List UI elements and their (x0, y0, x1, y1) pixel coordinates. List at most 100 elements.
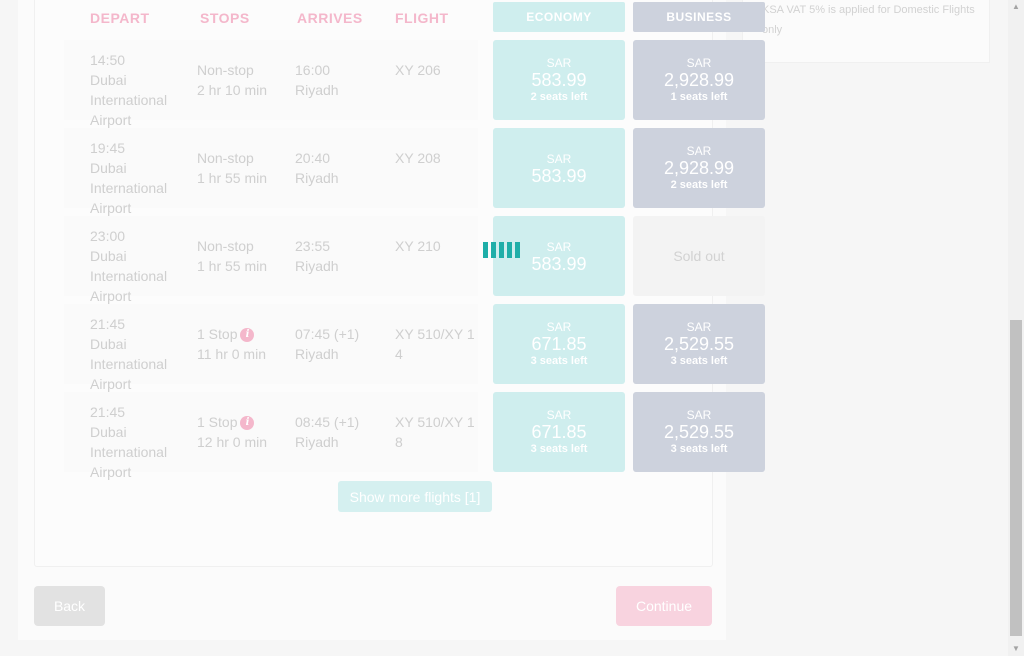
fare-currency: SAR (546, 408, 572, 422)
arrive-time: 23:55 (295, 238, 331, 254)
flight-number: XY 510/XY 18 (395, 414, 475, 450)
business-fare-button[interactable]: SAR 2,928.99 2 seats left (633, 128, 765, 208)
loading-spinner (483, 242, 520, 258)
seats-left: 2 seats left (670, 179, 728, 191)
flight-number: XY 510/XY 14 (395, 326, 475, 362)
arrives-cell: 16:00 Riyadh (295, 60, 387, 100)
seats-left: 3 seats left (530, 355, 588, 367)
stops-label: 1 Stop (197, 414, 238, 430)
vertical-scrollbar[interactable]: ▲ ▼ (1008, 0, 1024, 656)
business-column-header: BUSINESS (633, 2, 765, 32)
arrive-city: Riyadh (295, 346, 339, 362)
scrollbar-thumb[interactable] (1010, 320, 1022, 636)
stops-cell: 1 Stop i 11 hr 0 min (197, 324, 289, 364)
header-stops: STOPS (200, 10, 250, 26)
stops-cell: Non-stop 1 hr 55 min (197, 236, 289, 276)
fare-amount: 583.99 (531, 70, 587, 90)
fare-amount: 2,529.55 (663, 422, 735, 442)
fare-amount: 583.99 (531, 166, 587, 186)
flight-number: XY 208 (395, 150, 441, 166)
seats-left: 2 seats left (530, 91, 588, 103)
fare-currency: SAR (546, 320, 572, 334)
arrives-cell: 08:45 (+1) Riyadh (295, 412, 387, 452)
scroll-down-arrow-icon[interactable]: ▼ (1008, 642, 1024, 656)
stops-label: Non-stop (197, 62, 254, 78)
depart-airport: Dubai International Airport (90, 336, 168, 392)
header-depart: DEPART (90, 10, 150, 26)
stops-label: Non-stop (197, 238, 254, 254)
depart-cell: 23:00 Dubai International Airport (90, 226, 186, 306)
stops-label: 1 Stop (197, 326, 238, 342)
depart-airport: Dubai International Airport (90, 248, 168, 304)
stops-label: Non-stop (197, 150, 254, 166)
depart-cell: 14:50 Dubai International Airport (90, 50, 186, 130)
fare-amount: 671.85 (531, 334, 587, 354)
fare-amount: 671.85 (531, 422, 587, 442)
depart-airport: Dubai International Airport (90, 160, 168, 216)
depart-cell: 21:45 Dubai International Airport (90, 314, 186, 394)
show-more-flights-button[interactable]: Show more flights [1] (338, 481, 492, 512)
depart-time: 21:45 (90, 316, 126, 332)
sold-out-label: Sold out (673, 248, 725, 264)
seats-left: 3 seats left (530, 443, 588, 455)
fare-currency: SAR (686, 320, 712, 334)
back-button[interactable]: Back (34, 586, 105, 626)
header-arrives: ARRIVES (297, 10, 363, 26)
seats-left: 1 seats left (670, 91, 728, 103)
flight-number: XY 206 (395, 62, 441, 78)
depart-airport: Dubai International Airport (90, 424, 168, 480)
stops-cell: 1 Stop i 12 hr 0 min (197, 412, 289, 452)
arrives-cell: 20:40 Riyadh (295, 148, 387, 188)
economy-fare-button[interactable]: SAR 671.85 3 seats left (493, 304, 625, 384)
arrive-time: 20:40 (295, 150, 331, 166)
arrive-city: Riyadh (295, 434, 339, 450)
economy-fare-button[interactable]: SAR 671.85 3 seats left (493, 392, 625, 472)
business-fare-sold-out: Sold out (633, 216, 765, 296)
stop-info-icon[interactable]: i (240, 328, 255, 343)
fare-amount: 2,928.99 (663, 158, 735, 178)
vat-note: KSA VAT 5% is applied for Domestic Fligh… (762, 4, 975, 36)
depart-cell: 19:45 Dubai International Airport (90, 138, 186, 218)
fare-currency: SAR (546, 56, 572, 70)
fare-currency: SAR (686, 56, 712, 70)
scroll-up-arrow-icon[interactable]: ▲ (1008, 0, 1024, 14)
economy-fare-button[interactable]: SAR 583.99 2 seats left (493, 40, 625, 120)
fare-currency: SAR (546, 152, 572, 166)
seats-left: 3 seats left (670, 443, 728, 455)
depart-time: 14:50 (90, 52, 126, 68)
fare-amount: 2,529.55 (663, 334, 735, 354)
fare-currency: SAR (686, 144, 712, 158)
business-fare-button[interactable]: SAR 2,529.55 3 seats left (633, 304, 765, 384)
depart-time: 23:00 (90, 228, 126, 244)
business-fare-button[interactable]: SAR 2,928.99 1 seats left (633, 40, 765, 120)
arrive-city: Riyadh (295, 170, 339, 186)
flight-duration: 11 hr 0 min (197, 346, 266, 362)
arrive-city: Riyadh (295, 258, 339, 274)
fare-amount: 2,928.99 (663, 70, 735, 90)
stops-cell: Non-stop 1 hr 55 min (197, 148, 289, 188)
business-fare-button[interactable]: SAR 2,529.55 3 seats left (633, 392, 765, 472)
stops-cell: Non-stop 2 hr 10 min (197, 60, 289, 100)
header-flight: FLIGHT (395, 10, 449, 26)
arrive-time: 16:00 (295, 62, 331, 78)
flight-number: XY 210 (395, 238, 441, 254)
stop-info-icon[interactable]: i (240, 416, 255, 431)
flight-duration: 1 hr 55 min (197, 258, 268, 274)
arrive-time: 08:45 (+1) (295, 414, 360, 430)
arrive-time: 07:45 (+1) (295, 326, 360, 342)
arrive-city: Riyadh (295, 82, 339, 98)
arrives-cell: 07:45 (+1) Riyadh (295, 324, 387, 364)
economy-fare-button[interactable]: SAR 583.99 (493, 128, 625, 208)
fare-currency: SAR (686, 408, 712, 422)
arrives-cell: 23:55 Riyadh (295, 236, 387, 276)
flight-duration: 2 hr 10 min (197, 82, 268, 98)
economy-column-header: ECONOMY (493, 2, 625, 32)
depart-time: 19:45 (90, 140, 126, 156)
depart-airport: Dubai International Airport (90, 72, 168, 128)
flight-duration: 1 hr 55 min (197, 170, 268, 186)
depart-time: 21:45 (90, 404, 126, 420)
depart-cell: 21:45 Dubai International Airport (90, 402, 186, 482)
seats-left: 3 seats left (670, 355, 728, 367)
flight-duration: 12 hr 0 min (197, 434, 268, 450)
continue-button[interactable]: Continue (616, 586, 712, 626)
